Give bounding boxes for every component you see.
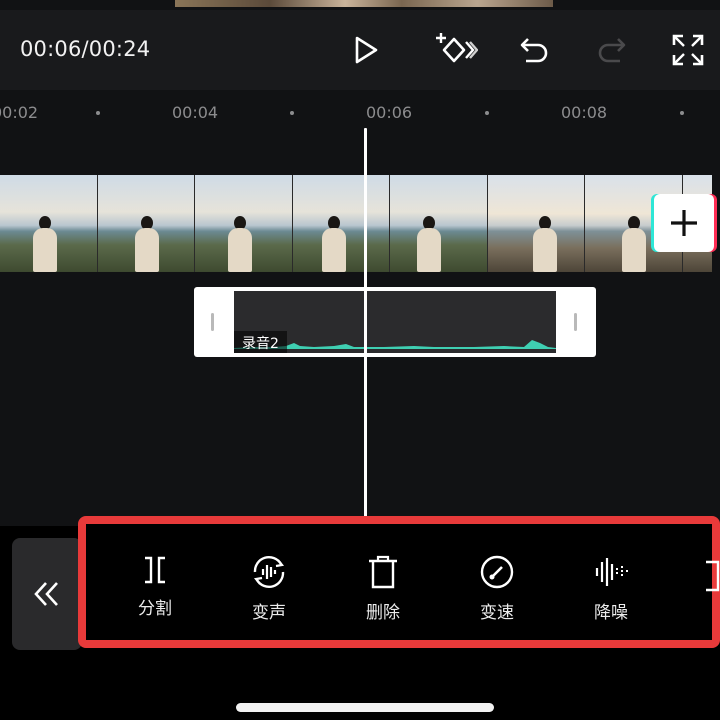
partial-tool-icon [706, 560, 720, 592]
split-button[interactable]: 分割 [115, 554, 195, 619]
plus-icon [671, 210, 697, 236]
collapse-toolbar-button[interactable] [12, 538, 82, 650]
timeline-ruler[interactable]: 00:02 00:04 00:06 00:08 [0, 90, 720, 135]
video-frame [0, 175, 98, 272]
audio-edit-toolbar: 分割 变声 删除 变速 降噪 [78, 516, 720, 648]
undo-button[interactable] [514, 32, 554, 68]
redo-button[interactable] [592, 32, 632, 68]
voice-change-icon [253, 556, 285, 588]
audio-clip-selected[interactable]: 录音2 [194, 287, 596, 357]
tool-label: 删除 [366, 603, 400, 623]
person-figure [227, 216, 253, 272]
tool-label: 变速 [480, 603, 514, 623]
audio-left-handle[interactable] [211, 313, 214, 331]
fullscreen-button[interactable] [668, 32, 708, 68]
delete-button[interactable]: 删除 [343, 554, 423, 623]
audio-right-handle[interactable] [574, 313, 577, 331]
redo-icon [598, 38, 626, 63]
speed-button[interactable]: 变速 [457, 554, 537, 623]
ruler-dot [485, 111, 489, 115]
more-tools-peek[interactable] [696, 558, 720, 628]
video-preview-strip [175, 0, 553, 7]
time-display: 00:06/00:24 [20, 37, 151, 61]
video-track[interactable] [0, 175, 712, 272]
undo-icon [520, 38, 548, 63]
double-chevron-left-icon [34, 582, 58, 606]
fullscreen-icon [672, 34, 704, 66]
person-figure [134, 216, 160, 272]
ruler-tick-label: 00:02 [0, 103, 39, 122]
playhead[interactable] [364, 128, 367, 526]
player-controls-bar: 00:06/00:24 [0, 10, 720, 90]
tool-label: 分割 [138, 599, 172, 619]
speed-icon [480, 555, 514, 589]
split-icon [145, 556, 165, 584]
person-figure [32, 216, 58, 272]
tool-label: 变声 [252, 603, 286, 623]
person-figure [621, 216, 647, 272]
noise-reduction-icon [595, 558, 628, 586]
audio-clip-label: 录音2 [234, 331, 287, 353]
video-frame [487, 175, 585, 272]
audio-clip-body: 录音2 [234, 291, 556, 353]
ruler-tick-label: 00:08 [561, 103, 608, 122]
play-button[interactable] [346, 32, 386, 68]
video-frame [97, 175, 195, 272]
person-figure [321, 216, 347, 272]
ruler-tick-label: 00:04 [172, 103, 219, 122]
ruler-dot [290, 111, 294, 115]
voice-change-button[interactable]: 变声 [229, 554, 309, 623]
keyframe-button[interactable] [432, 32, 478, 68]
person-figure [532, 216, 558, 272]
play-icon [355, 36, 378, 64]
delete-icon [369, 555, 397, 589]
person-figure [416, 216, 442, 272]
video-frame [390, 175, 488, 272]
ruler-tick-label: 00:06 [366, 103, 413, 122]
video-frame [195, 175, 293, 272]
home-indicator [236, 703, 494, 712]
add-clip-button[interactable] [654, 194, 714, 252]
keyframe-icon [436, 33, 478, 63]
noise-reduction-button[interactable]: 降噪 [571, 554, 651, 623]
ruler-dot [680, 111, 684, 115]
ruler-dot [96, 111, 100, 115]
tool-label: 降噪 [594, 603, 628, 623]
video-frame [292, 175, 390, 272]
